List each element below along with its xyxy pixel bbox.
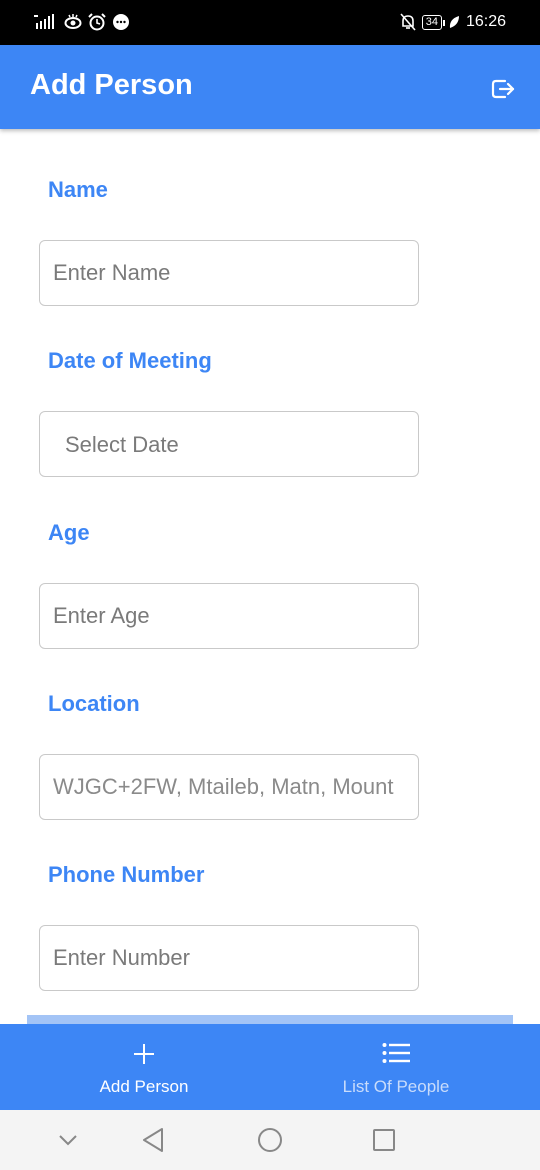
nav-list-people-label: List Of People: [342, 1077, 450, 1096]
location-input[interactable]: [40, 755, 418, 819]
date-label: Date of Meeting: [48, 348, 212, 373]
recents-icon[interactable]: [368, 1124, 400, 1156]
home-icon[interactable]: [254, 1124, 286, 1156]
age-label: Age: [48, 520, 90, 545]
battery-icon: 34: [421, 14, 446, 30]
name-field-box: [39, 240, 419, 306]
app-header: Add Person: [0, 45, 540, 129]
phone-label: Phone Number: [48, 862, 205, 887]
eye-icon: [64, 14, 82, 29]
name-label: Name: [48, 177, 108, 202]
message-icon: [113, 14, 129, 30]
date-picker[interactable]: Select Date: [39, 411, 419, 477]
system-nav-bar: [0, 1110, 540, 1170]
age-field-box: [39, 583, 419, 649]
location-label: Location: [48, 691, 140, 716]
phone-field-box: [39, 925, 419, 991]
status-bar: 34 16:26: [0, 0, 540, 45]
chevron-down-icon[interactable]: [52, 1124, 84, 1156]
nav-list-people[interactable]: List Of People: [261, 1024, 531, 1110]
list-icon: [382, 1043, 410, 1063]
date-placeholder: Select Date: [65, 432, 179, 457]
nav-add-person[interactable]: Add Person: [9, 1024, 279, 1110]
bottom-nav: Add Person List Of People: [0, 1024, 540, 1110]
phone-input[interactable]: [40, 926, 418, 990]
form-container: Name Date of Meeting Select Date Age Loc…: [0, 129, 540, 1024]
name-input[interactable]: [40, 241, 418, 305]
page-title: Add Person: [30, 69, 193, 101]
status-time: 16:26: [465, 13, 506, 30]
mute-icon: [400, 13, 416, 31]
alarm-icon: [88, 13, 106, 31]
logout-icon[interactable]: [490, 76, 516, 102]
back-icon[interactable]: [138, 1124, 170, 1156]
age-input[interactable]: [40, 584, 418, 648]
signal-icon: [34, 14, 54, 29]
plus-icon: [134, 1044, 154, 1064]
leaf-icon: [449, 16, 459, 28]
submit-button[interactable]: [27, 1015, 513, 1024]
location-field-box: [39, 754, 419, 820]
nav-add-person-label: Add Person: [99, 1077, 189, 1096]
